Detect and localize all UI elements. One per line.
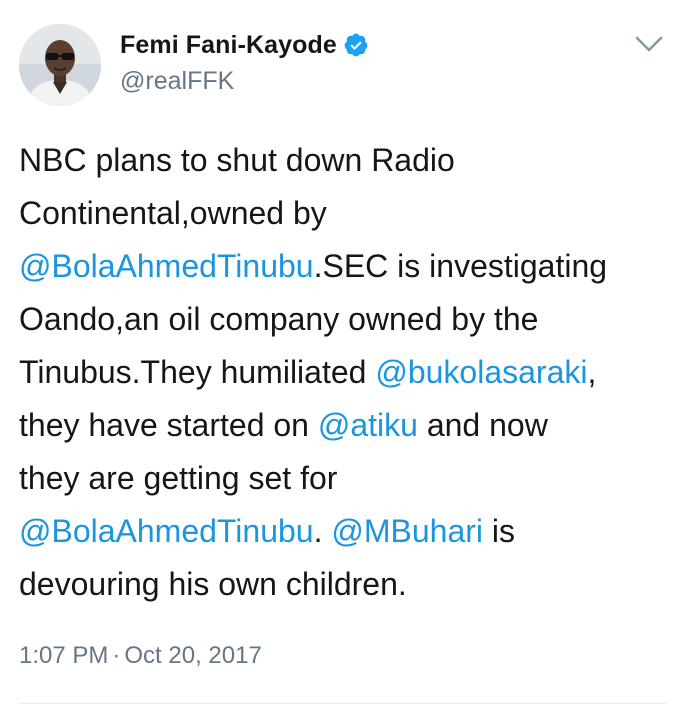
tweet-text-segment: they are getting set for bbox=[19, 460, 338, 496]
tweet-text-segment: . bbox=[313, 513, 332, 549]
tweet-line: Oando,an oil company owned by the bbox=[19, 293, 679, 346]
tweet-line: NBC plans to shut down Radio bbox=[19, 134, 679, 187]
tweet-text-segment: Tinubus.They humiliated bbox=[19, 354, 376, 390]
chevron-down-icon[interactable] bbox=[632, 30, 666, 58]
tweet-line: @BolaAhmedTinubu.SEC is investigating bbox=[19, 240, 679, 293]
tweet-text: NBC plans to shut down Radio Continental… bbox=[19, 134, 679, 611]
user-handle[interactable]: @realFFK bbox=[120, 67, 234, 96]
mention-link[interactable]: @bukolasaraki bbox=[375, 354, 587, 390]
tweet-text-segment: is bbox=[483, 513, 515, 549]
mention-link[interactable]: @BolaAhmedTinubu bbox=[19, 248, 314, 284]
tweet-text-segment: Oando,an oil company owned by the bbox=[19, 301, 539, 337]
tweet-line: @BolaAhmedTinubu. @MBuhari is bbox=[19, 505, 679, 558]
tweet-text-segment: Continental,owned by bbox=[19, 195, 327, 231]
tweet-text-segment: and now bbox=[417, 407, 548, 443]
meta-separator: · bbox=[112, 642, 121, 669]
tweet-line: Continental,owned by bbox=[19, 187, 679, 240]
mention-link[interactable]: @atiku bbox=[318, 407, 418, 443]
tweet-card: Femi Fani-Kayode @realFFK NBC plans to s… bbox=[0, 0, 686, 720]
display-name[interactable]: Femi Fani-Kayode bbox=[120, 31, 337, 60]
tweet-text-segment: , bbox=[587, 354, 597, 390]
tweet-date: Oct 20, 2017 bbox=[124, 642, 262, 669]
mention-link[interactable]: @MBuhari bbox=[331, 513, 483, 549]
avatar-image bbox=[19, 24, 101, 106]
tweet-line: they are getting set for bbox=[19, 452, 679, 505]
author-name-row: Femi Fani-Kayode bbox=[120, 28, 369, 62]
tweet-line: they have started on @atiku and now bbox=[19, 399, 679, 452]
tweet-text-segment: devouring his own children. bbox=[19, 566, 407, 602]
tweet-text-segment: they have started on bbox=[19, 407, 318, 443]
mention-link[interactable]: @BolaAhmedTinubu bbox=[19, 513, 314, 549]
tweet-text-segment: NBC plans to shut down Radio bbox=[19, 142, 455, 178]
tweet-text-segment: .SEC is investigating bbox=[313, 248, 608, 284]
tweet-line: devouring his own children. bbox=[19, 558, 679, 611]
verified-badge-icon bbox=[343, 32, 369, 58]
divider bbox=[19, 703, 667, 704]
tweet-line: Tinubus.They humiliated @bukolasaraki, bbox=[19, 346, 679, 399]
tweet-time: 1:07 PM bbox=[19, 642, 109, 669]
tweet-timestamp[interactable]: 1:07 PM · Oct 20, 2017 bbox=[19, 642, 262, 670]
avatar[interactable] bbox=[19, 24, 101, 106]
